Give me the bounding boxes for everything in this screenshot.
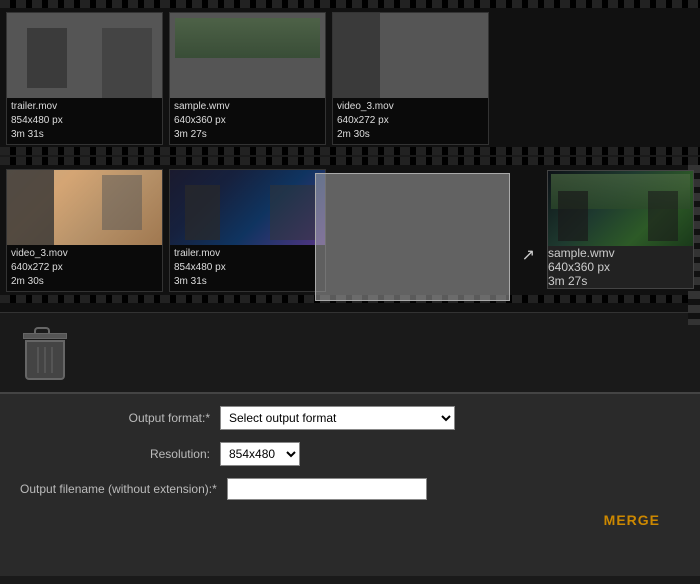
- filmstrip-holes-top: [0, 0, 700, 8]
- filename-row: Output filename (without extension):*: [20, 478, 680, 500]
- filmstrip-holes-mid-top: [0, 157, 700, 165]
- video-card-trailer[interactable]: trailer.mov 854x480 px 3m 31s: [6, 12, 163, 145]
- card-duration-video3: 2m 30s: [337, 128, 484, 142]
- format-select[interactable]: Select output format MP4 AVI MOV WMV MKV: [220, 406, 455, 430]
- card-info-sample: sample.wmv 640x360 px 3m 27s: [170, 98, 325, 144]
- merge-row: MERGE: [20, 512, 680, 528]
- resolution-row: Resolution: 854x480 1280x720 1920x1080 6…: [20, 442, 680, 466]
- resolution-select[interactable]: 854x480 1280x720 1920x1080 640x480 640x3…: [220, 442, 300, 466]
- thumb-sample: [170, 13, 325, 98]
- thumb-video3: [333, 13, 488, 98]
- top-video-cards: trailer.mov 854x480 px 3m 31s sample.wmv…: [0, 8, 700, 147]
- card-info-trailer-bot: trailer.mov 854x480 px 3m 31s: [170, 245, 325, 291]
- trash-body: [25, 340, 65, 380]
- thumb-sample-floating: [548, 171, 693, 246]
- video-card-sample-floating[interactable]: sample.wmv 640x360 px 3m 27s: [547, 170, 694, 289]
- middle-content: video_3.mov 640x272 px 2m 30s trailer.mo…: [0, 165, 700, 295]
- card-resolution-sample: 640x360 px: [174, 114, 321, 128]
- top-filmstrip-area: trailer.mov 854x480 px 3m 31s sample.wmv…: [0, 0, 700, 155]
- cursor: ↗: [522, 245, 535, 265]
- filename-input[interactable]: [227, 478, 427, 500]
- thumb-video3-bot: [7, 170, 162, 245]
- format-label: Output format:*: [20, 411, 220, 425]
- trash-area: [0, 312, 700, 392]
- card-name-sample: sample.wmv: [174, 100, 321, 114]
- filmstrip-holes-bottom: [0, 147, 700, 155]
- card-resolution-sample-floating: 640x360 px: [548, 260, 693, 274]
- card-name-video3: video_3.mov: [337, 100, 484, 114]
- middle-filmstrip-area: video_3.mov 640x272 px 2m 30s trailer.mo…: [0, 157, 700, 312]
- resolution-label: Resolution:: [20, 447, 220, 461]
- card-resolution-trailer: 854x480 px: [11, 114, 158, 128]
- card-duration-trailer: 3m 31s: [11, 128, 158, 142]
- card-duration-trailer-bot: 3m 31s: [174, 275, 321, 289]
- card-resolution-video3-bot: 640x272 px: [11, 261, 158, 275]
- format-row: Output format:* Select output format MP4…: [20, 406, 680, 430]
- card-duration-sample-floating: 3m 27s: [548, 274, 693, 288]
- card-name-trailer: trailer.mov: [11, 100, 158, 114]
- card-info-video3-bot: video_3.mov 640x272 px 2m 30s: [7, 245, 162, 291]
- video-card-video3[interactable]: video_3.mov 640x272 px 2m 30s: [332, 12, 489, 145]
- filename-label: Output filename (without extension):*: [20, 482, 227, 496]
- card-info-sample-floating: sample.wmv 640x360 px 3m 27s: [548, 246, 693, 288]
- trash-icon[interactable]: [20, 325, 70, 380]
- card-name-sample-floating: sample.wmv: [548, 246, 693, 260]
- card-duration-video3-bot: 2m 30s: [11, 275, 158, 289]
- card-resolution-trailer-bot: 854x480 px: [174, 261, 321, 275]
- card-resolution-video3: 640x272 px: [337, 114, 484, 128]
- card-duration-sample: 3m 27s: [174, 128, 321, 142]
- thumb-trailer-bot: [170, 170, 325, 245]
- card-info-video3: video_3.mov 640x272 px 2m 30s: [333, 98, 488, 144]
- selection-overlay: [315, 173, 510, 301]
- video-card-trailer-bot[interactable]: trailer.mov 854x480 px 3m 31s: [169, 169, 326, 292]
- card-info-trailer: trailer.mov 854x480 px 3m 31s: [7, 98, 162, 144]
- thumb-trailer: [7, 13, 162, 98]
- card-name-trailer-bot: trailer.mov: [174, 247, 321, 261]
- card-name-video3-bot: video_3.mov: [11, 247, 158, 261]
- trash-lid: [23, 333, 67, 339]
- video-card-sample[interactable]: sample.wmv 640x360 px 3m 27s: [169, 12, 326, 145]
- controls-area: Output format:* Select output format MP4…: [0, 392, 700, 576]
- merge-button[interactable]: MERGE: [604, 512, 660, 528]
- video-card-video3-bot[interactable]: video_3.mov 640x272 px 2m 30s: [6, 169, 163, 292]
